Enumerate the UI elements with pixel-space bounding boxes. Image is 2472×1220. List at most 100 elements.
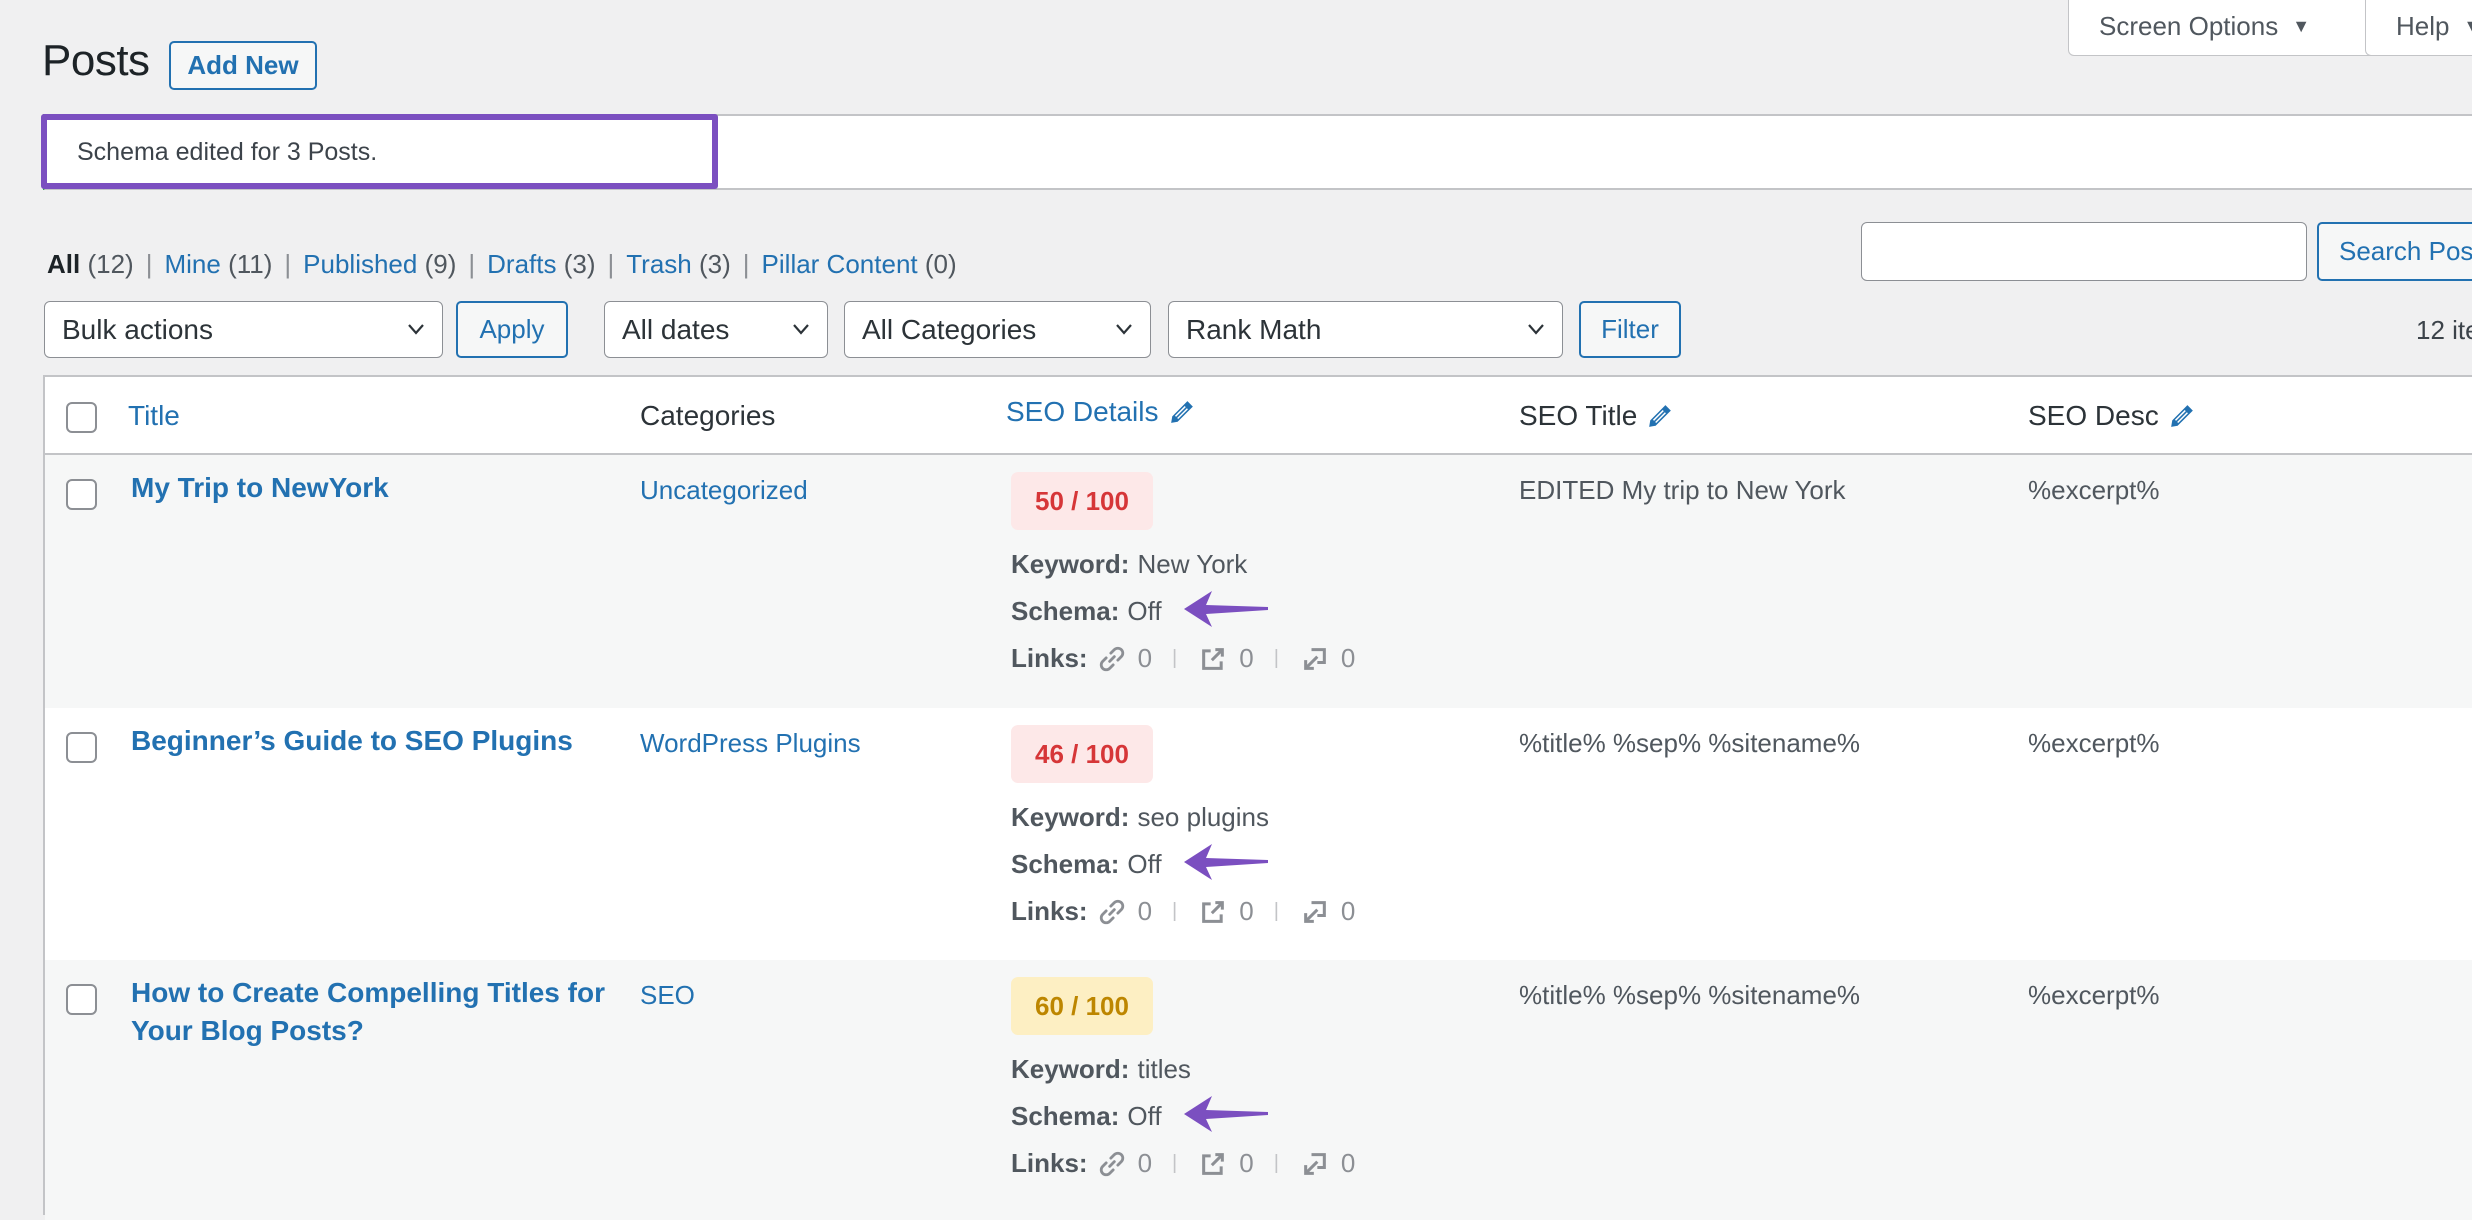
internal-links-count: 0 [1137, 896, 1153, 926]
annotation-arrow-icon [1184, 591, 1268, 627]
view-label: Published [303, 249, 418, 279]
column-categories-header: Categories [640, 400, 775, 432]
row-checkbox[interactable] [66, 479, 97, 510]
apply-button[interactable]: Apply [456, 301, 568, 358]
schema-label: Schema: [1011, 1101, 1120, 1131]
pencil-icon[interactable] [1169, 399, 1195, 425]
incoming-links-count: 0 [1340, 643, 1356, 673]
pencil-icon[interactable] [2169, 403, 2195, 429]
keyword-value: seo plugins [1137, 802, 1270, 832]
seo-desc-value: %excerpt% [2028, 980, 2160, 1010]
external-link-icon [1202, 647, 1225, 670]
links-summary: Links: 0 | 0 | 0 [1011, 643, 1355, 674]
links-label: Links: [1011, 643, 1088, 673]
dates-filter-value: All dates [622, 313, 730, 345]
view-separator: | [145, 249, 153, 279]
view-mine[interactable]: Mine (11) [164, 249, 272, 279]
schema-value: Off [1127, 1101, 1162, 1131]
incoming-link-icon [1304, 1152, 1326, 1175]
schema-label: Schema: [1011, 596, 1120, 626]
chevron-down-icon [408, 324, 424, 335]
external-links-count: 0 [1239, 896, 1254, 926]
categories-filter-select[interactable]: All Categories [844, 301, 1151, 358]
schema-value: Off [1127, 849, 1162, 879]
view-count: (0) [924, 249, 957, 279]
row-checkbox[interactable] [66, 984, 97, 1015]
view-separator: | [284, 249, 292, 279]
seo-desc-value: %excerpt% [2028, 728, 2160, 758]
post-title-link[interactable]: How to Create Compelling Titles for Your… [131, 974, 611, 1050]
incoming-link-icon [1304, 900, 1326, 923]
links-separator: | [1273, 900, 1279, 922]
post-title-link[interactable]: My Trip to NewYork [131, 469, 611, 507]
view-count: (12) [87, 249, 134, 279]
view-count: (3) [699, 249, 731, 279]
column-seo-details-label: SEO Details [1006, 396, 1159, 427]
view-separator: | [468, 249, 476, 279]
screen-options-button[interactable]: Screen Options ▼ [2068, 0, 2387, 56]
view-label: Pillar Content [761, 249, 918, 279]
view-count: (9) [424, 249, 457, 279]
view-drafts[interactable]: Drafts (3) [487, 249, 595, 279]
page-title: Posts [42, 36, 150, 85]
links-separator: | [1172, 647, 1178, 669]
categories-filter-value: All Categories [862, 313, 1037, 345]
links-label: Links: [1011, 1148, 1088, 1178]
select-all-checkbox[interactable] [66, 402, 97, 433]
internal-link-icon [1099, 646, 1124, 671]
items-count: 12 items [2416, 315, 2472, 345]
seo-score-badge: 60 / 100 [1011, 977, 1153, 1035]
incoming-links-count: 0 [1340, 896, 1356, 926]
internal-link-icon [1099, 1151, 1124, 1176]
seo-title-value: %title% %sep% %sitename% [1519, 980, 1861, 1010]
category-link[interactable]: Uncategorized [640, 475, 808, 506]
view-label: All [47, 249, 81, 279]
row-checkbox[interactable] [66, 732, 97, 763]
post-title-link[interactable]: Beginner’s Guide to SEO Plugins [131, 722, 611, 760]
view-published[interactable]: Published (9) [303, 249, 456, 279]
incoming-link-icon [1304, 647, 1326, 670]
seo-score-badge: 50 / 100 [1011, 472, 1153, 530]
caret-down-icon: ▼ [2463, 16, 2472, 37]
external-links-count: 0 [1239, 643, 1254, 673]
help-button[interactable]: Help ▼ [2365, 0, 2472, 56]
column-seo-details-header[interactable]: SEO Details [1006, 396, 1195, 428]
seo-score-badge: 46 / 100 [1011, 725, 1153, 783]
view-pillar-content[interactable]: Pillar Content (0) [762, 249, 957, 279]
schema-label: Schema: [1011, 849, 1120, 879]
links-separator: | [1273, 1152, 1279, 1174]
view-count: (3) [563, 249, 596, 279]
pencil-icon[interactable] [1647, 403, 1673, 429]
focus-keyword: Keyword: titles [1011, 1054, 1191, 1085]
category-link[interactable]: WordPress Plugins [640, 728, 861, 759]
dates-filter-select[interactable]: All dates [604, 301, 828, 358]
search-posts-button[interactable]: Search Posts [2317, 222, 2472, 281]
column-categories-label: Categories [640, 400, 776, 431]
external-link-icon [1202, 1152, 1225, 1175]
bulk-actions-select[interactable]: Bulk actions [44, 301, 443, 358]
internal-links-count: 0 [1137, 643, 1153, 673]
keyword-value: titles [1137, 1054, 1191, 1084]
column-title-header[interactable]: Title [128, 400, 180, 432]
seo-filter-select[interactable]: Rank Math [1168, 301, 1563, 358]
column-seo-title-label: SEO Title [1519, 400, 1638, 431]
links-separator: | [1172, 1152, 1178, 1174]
links-summary: Links: 0 | 0 | 0 [1011, 896, 1355, 927]
annotation-arrow-icon [1184, 844, 1268, 880]
view-separator: | [742, 249, 750, 279]
filter-button[interactable]: Filter [1579, 301, 1681, 358]
add-new-button[interactable]: Add New [169, 41, 317, 90]
seo-filter-value: Rank Math [1186, 313, 1322, 345]
incoming-links-count: 0 [1340, 1148, 1356, 1178]
category-link[interactable]: SEO [640, 980, 695, 1011]
seo-title-value: EDITED My trip to New York [1519, 475, 1846, 505]
view-label: Drafts [487, 249, 557, 279]
view-trash[interactable]: Trash (3) [626, 249, 731, 279]
search-input[interactable] [1861, 222, 2307, 281]
caret-down-icon: ▼ [2292, 16, 2311, 36]
schema-status: Schema: Off [1011, 1101, 1162, 1132]
success-notice [43, 114, 2472, 190]
keyword-label: Keyword: [1011, 802, 1130, 832]
seo-title-value: %title% %sep% %sitename% [1519, 728, 1861, 758]
view-all[interactable]: All (12) [47, 249, 134, 279]
